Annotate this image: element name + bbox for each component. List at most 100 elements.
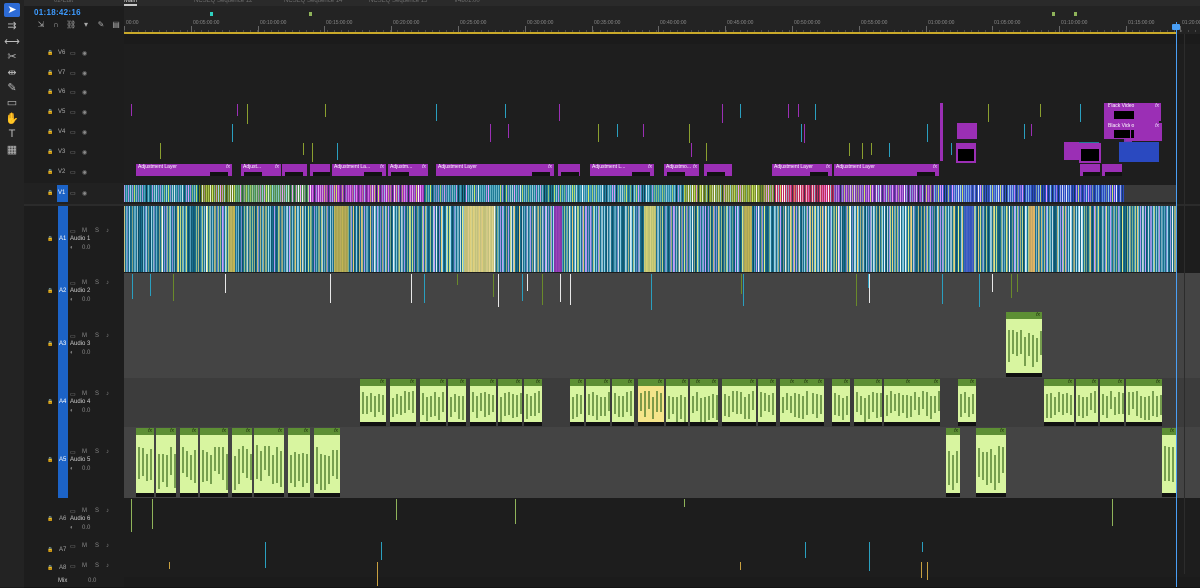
solo-button[interactable]: S [95,391,99,397]
adjustment-layer-clip[interactable]: Adjustm... fx [388,164,428,176]
solo-button[interactable]: S [95,543,99,549]
adjustment-layer-clip[interactable] [282,164,307,176]
solo-button[interactable]: S [95,508,99,514]
audio-clip[interactable]: fx [946,428,960,497]
razor-icon[interactable]: ✂ [4,50,20,64]
film-sync-icon[interactable]: ▭ [70,89,76,96]
track-label[interactable]: A5 [59,457,66,463]
solo-button[interactable]: S [95,563,99,569]
audio-clip-highlight[interactable] [464,206,494,272]
audio-clip[interactable]: fx [976,428,1006,497]
track-label[interactable]: V1 [58,190,65,196]
rectangle-tool-icon[interactable]: ▭ [4,96,20,110]
audio-clip[interactable]: fx [156,428,176,497]
sequence-tab[interactable]: NCSEQ Sequence 14 [284,0,342,4]
lock-icon[interactable]: 🔒 [47,89,53,95]
audio-clip[interactable]: fx [1076,379,1098,426]
audio-clip-highlight[interactable] [964,206,974,272]
audio-clip[interactable]: fx [884,379,912,426]
volume-knob-icon[interactable]: ◐ [70,245,74,251]
hand-tool-icon[interactable]: ✋ [4,112,20,126]
adjustment-layer-clip[interactable]: Adjustment Layer fx [772,164,832,176]
film-sync-icon[interactable]: ▭ [70,449,76,456]
audio-clip[interactable]: fx [854,379,882,426]
mute-button[interactable]: M [82,449,87,455]
lock-icon[interactable]: 🔒 [47,341,53,347]
solo-button[interactable]: S [95,333,99,339]
audio-clip[interactable]: fx [832,379,850,426]
playhead-handle[interactable] [1172,24,1180,30]
track-label[interactable]: A6 [59,516,66,522]
track-label[interactable]: V6 [58,89,65,95]
film-sync-icon[interactable]: ▭ [70,391,76,398]
audio-clip[interactable]: fx [612,379,634,426]
add-marker-icon[interactable]: ▾ [81,20,91,29]
eye-icon[interactable]: ◉ [82,70,87,77]
track-label[interactable]: A3 [59,341,66,347]
audio-clip[interactable]: fx [254,428,284,497]
volume-knob-icon[interactable]: ◐ [70,525,74,531]
adjustment-layer-clip[interactable]: Adjustmo... fx [664,164,699,176]
audio-clip[interactable]: fx [1126,379,1162,426]
film-sync-icon[interactable]: ▭ [70,333,76,340]
mute-button[interactable]: M [82,228,87,234]
track-label[interactable]: A4 [59,399,66,405]
ripple-edit-icon[interactable]: ⟷ [4,35,20,49]
type-tool-icon[interactable]: T [4,127,20,141]
audio-clip[interactable]: fx [638,379,664,426]
wrench-settings-icon[interactable]: ✎ [96,20,106,29]
adjustment-layer-clip[interactable]: Adjustment Layer fx [834,164,939,176]
audio-clip-highlight[interactable] [334,206,348,272]
audio-clip[interactable]: fx [390,379,416,426]
pen-tool-icon[interactable]: ✎ [4,81,20,95]
lock-icon[interactable]: 🔒 [47,547,53,553]
audio-clip[interactable]: fx [958,379,976,426]
eye-icon[interactable]: ◉ [82,129,87,136]
sequence-marker[interactable] [1052,12,1055,16]
mic-icon[interactable]: ♪ [106,391,109,397]
audio-clip[interactable]: fx [722,379,756,426]
mute-button[interactable]: M [82,333,87,339]
track-label[interactable]: A2 [59,288,66,294]
film-sync-icon[interactable]: ▭ [70,109,76,116]
audio-clip[interactable]: fx [810,379,824,426]
audio-clip[interactable]: fx [702,379,718,426]
adjustment-layer-clip[interactable]: Adjustment Layer fx [436,164,554,176]
track-label[interactable]: V3 [58,149,65,155]
audio-clip[interactable]: fx [470,379,496,426]
sequence-marker[interactable] [210,12,213,16]
volume-knob-icon[interactable]: ◐ [70,297,74,303]
sequence-tab[interactable]: V4b01.00 [454,0,480,4]
v1-clip-segment[interactable] [1124,185,1176,202]
audio-clip[interactable]: fx [448,379,466,426]
volume-knob-icon[interactable]: ◐ [70,350,74,356]
mute-button[interactable]: M [82,508,87,514]
audio-clip[interactable]: fx [288,428,310,497]
slip-tool-icon[interactable]: ⇹ [4,66,20,80]
audio-1-clips[interactable] [124,206,1176,272]
audio-clip-highlight[interactable] [644,206,656,272]
track-label[interactable]: V7 [58,70,65,76]
track-label[interactable]: V2 [58,169,65,175]
snap-magnet-icon[interactable]: ∩ [51,20,61,29]
audio-clip-highlight[interactable] [744,206,752,272]
track-label[interactable]: A8 [59,565,66,571]
lock-icon[interactable]: 🔒 [47,288,53,294]
lock-icon[interactable]: 🔒 [47,129,53,135]
mic-icon[interactable]: ♪ [106,333,109,339]
audio-clip[interactable]: fx [780,379,796,426]
audio-clip[interactable]: fx [1100,379,1124,426]
mic-icon[interactable]: ♪ [106,543,109,549]
lock-icon[interactable]: 🔒 [47,190,53,196]
audio-clip[interactable]: fx [136,428,154,497]
film-sync-icon[interactable]: ▭ [70,50,76,57]
sequence-tab[interactable]: NCSEQ Sequence 15 [369,0,427,4]
film-sync-icon[interactable]: ▭ [70,149,76,156]
audio-clip[interactable]: fx [314,428,340,497]
audio-clip[interactable]: fx [1044,379,1074,426]
audio-clip[interactable]: fx [690,379,702,426]
lock-icon[interactable]: 🔒 [47,565,53,571]
linked-selection-icon[interactable]: ⛓ [66,20,76,29]
playhead-line[interactable] [1176,22,1177,587]
video-clip[interactable] [1064,142,1079,160]
